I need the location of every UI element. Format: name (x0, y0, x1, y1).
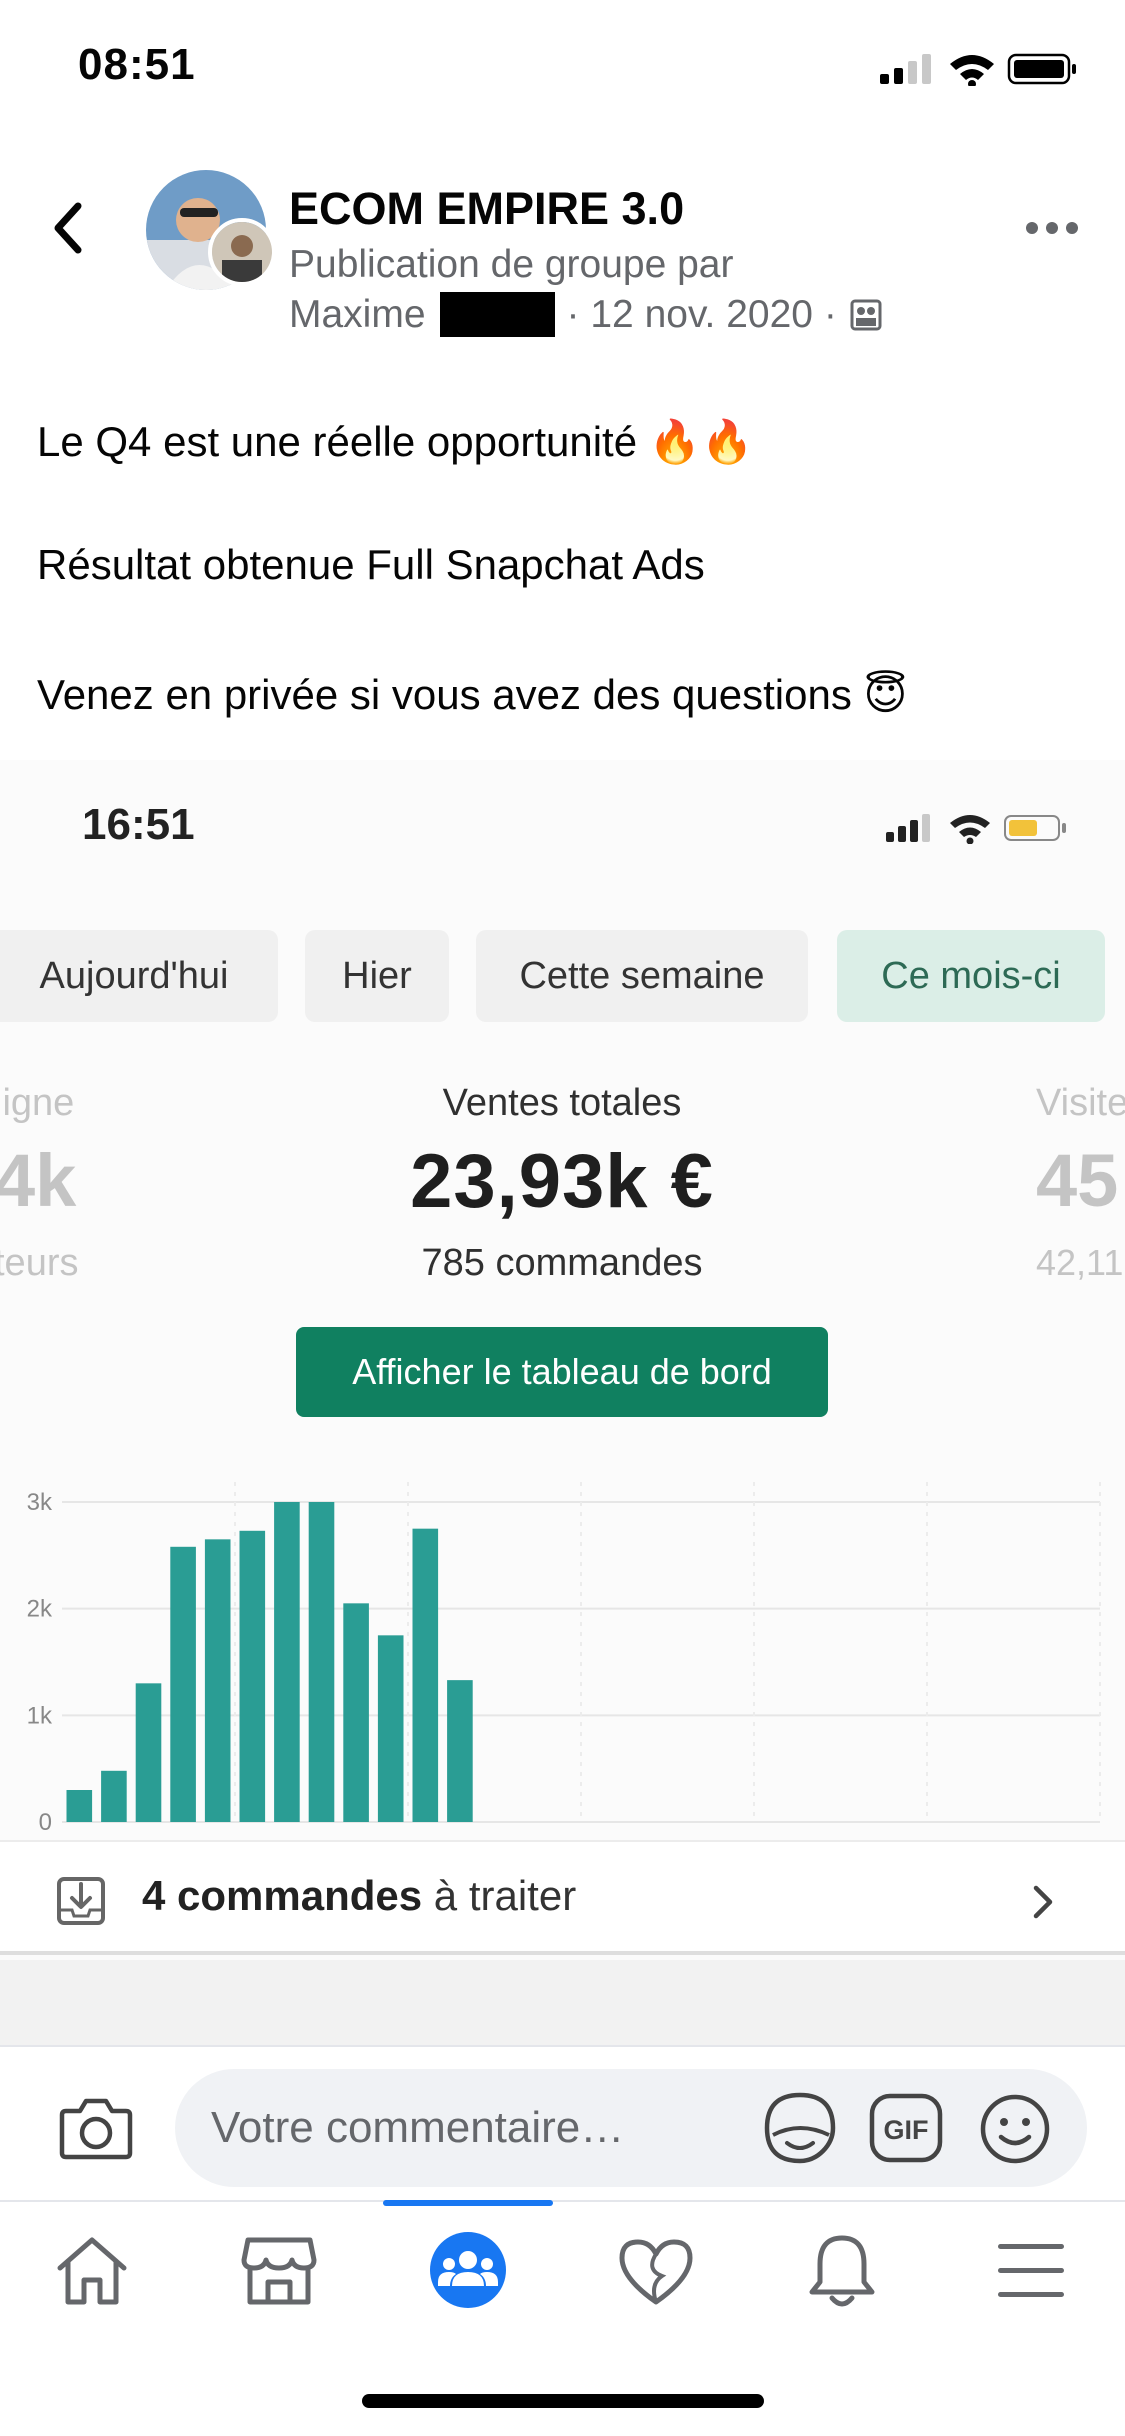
post-meta-line: Maxime · 12 nov. 2020 · (289, 292, 883, 337)
orders-count-bold: 4 commandes (142, 1872, 423, 1919)
more-icon[interactable] (1024, 218, 1080, 238)
sticker-icon[interactable] (763, 2091, 837, 2165)
groups-icon[interactable] (428, 2230, 508, 2310)
left-stat-sub: teurs (0, 1242, 79, 1284)
wifi-icon (950, 55, 994, 86)
tab-yesterday[interactable]: Hier (305, 930, 449, 1022)
chart-bar (135, 1683, 162, 1822)
comment-bar: Votre commentaire… GIF (0, 2045, 1125, 2200)
image-status-time: 16:51 (82, 800, 195, 849)
post-image[interactable]: 16:51 Aujourd'hui Hier Cette semaine Ce … (0, 760, 1125, 2045)
chart-bar (343, 1603, 369, 1822)
y-tick-label: 0 (39, 1809, 52, 1836)
chart-bar (377, 1635, 404, 1822)
total-sales-label: Ventes totales (442, 1082, 682, 1124)
dating-icon[interactable] (616, 2236, 696, 2308)
y-tick-label: 2k (27, 1596, 53, 1623)
notifications-icon[interactable] (806, 2230, 878, 2312)
sales-bar-chart: 01k2k3k51015202530 (27, 1482, 1101, 1836)
chart-bar (170, 1546, 196, 1822)
comment-placeholder: Votre commentaire… (211, 2103, 625, 2152)
group-privacy-icon (850, 299, 882, 330)
active-tab-indicator (383, 2200, 553, 2206)
redaction-block (439, 292, 555, 337)
author-avatar[interactable] (208, 218, 276, 286)
status-time: 08:51 (78, 40, 196, 89)
group-name[interactable]: ECOM EMPIRE 3.0 (289, 183, 684, 235)
menu-icon[interactable] (996, 2242, 1066, 2300)
home-icon[interactable] (54, 2232, 130, 2308)
image-bottom-fade (0, 1960, 1125, 2045)
svg-text:GIF: GIF (884, 2115, 929, 2145)
gif-icon[interactable]: GIF (869, 2093, 943, 2163)
chart-bar (274, 1502, 300, 1822)
chart-bar (412, 1528, 439, 1822)
y-tick-label: 3k (27, 1489, 53, 1516)
chart-bar (447, 1680, 473, 1822)
chevron-right-icon (1033, 1885, 1053, 1919)
chart-bar (239, 1530, 266, 1822)
orders-count: 785 commandes (421, 1242, 703, 1284)
camera-icon[interactable] (58, 2095, 134, 2161)
post-text-line: Résultat obtenue Full Snapchat Ads (37, 541, 705, 588)
total-sales-value: 23,93k € (410, 1139, 714, 1224)
comment-input[interactable]: Votre commentaire… GIF (175, 2069, 1087, 2187)
left-stat-label: ligne (0, 1082, 75, 1124)
right-stat-sub: 42,11 (1036, 1242, 1124, 1283)
chart-bar (204, 1539, 231, 1822)
post-text-line: Le Q4 est une réelle opportunité 🔥🔥 (37, 418, 754, 465)
emoji-icon[interactable] (979, 2093, 1051, 2165)
right-stat-value: 45 (1036, 1139, 1119, 1222)
tab-this-month[interactable]: Ce mois-ci (837, 930, 1105, 1022)
signal-icon (880, 54, 931, 84)
chart-bar (308, 1502, 335, 1822)
orders-to-process-row[interactable]: 4 commandes à traiter (0, 1840, 1125, 1955)
inbox-download-icon (57, 1877, 105, 1925)
orders-suffix: à traiter (422, 1872, 577, 1919)
left-stat-value: 4k (0, 1139, 77, 1222)
battery-icon (1007, 53, 1076, 85)
author-name[interactable]: Maxime (289, 293, 426, 337)
orders-to-process-text: 4 commandes à traiter (142, 1872, 576, 1920)
post-text-line: Venez en privée si vous avez des questio… (37, 671, 908, 718)
chart-bar (101, 1770, 127, 1822)
marketplace-icon[interactable] (240, 2232, 318, 2308)
post-meta-label: Publication de groupe par (289, 243, 734, 286)
status-icons (880, 53, 1076, 86)
chart-bar (66, 1790, 93, 1822)
right-stat-label: Visite (1036, 1082, 1125, 1124)
tab-today[interactable]: Aujourd'hui (0, 930, 278, 1022)
post-date[interactable]: · 12 nov. 2020 · (567, 293, 837, 337)
tab-this-week[interactable]: Cette semaine (476, 930, 808, 1022)
back-arrow-icon[interactable] (48, 200, 88, 256)
y-tick-label: 1k (27, 1702, 53, 1729)
view-dashboard-button[interactable]: Afficher le tableau de bord (296, 1327, 828, 1417)
home-indicator (362, 2394, 764, 2408)
image-status-icons (886, 814, 1066, 844)
